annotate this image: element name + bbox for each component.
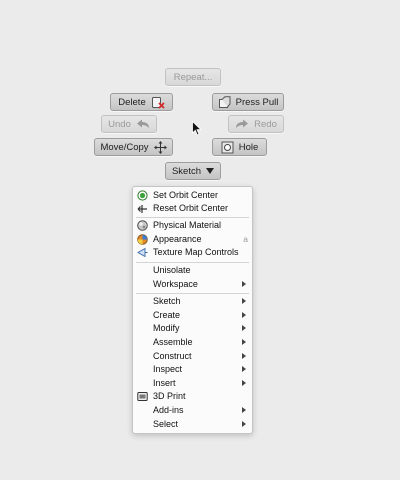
hole-label: Hole	[238, 141, 259, 153]
submenu-arrow-icon	[242, 339, 246, 345]
submenu-arrow-icon	[242, 366, 246, 372]
move-copy-button[interactable]: Move/Copy	[94, 138, 173, 156]
undo-arrow-icon	[136, 119, 150, 129]
submenu-arrow-icon	[242, 421, 246, 427]
menu-item-physical-material[interactable]: Physical Material	[133, 219, 252, 232]
menu-item-create[interactable]: Create	[133, 309, 252, 322]
menu-item-insert[interactable]: Insert	[133, 377, 252, 390]
move-arrows-icon	[153, 140, 167, 154]
menu-item-add-ins[interactable]: Add-ins	[133, 404, 252, 417]
redo-label: Redo	[254, 118, 277, 130]
menu-item-3d-print[interactable]: 3D Print	[133, 390, 252, 403]
menu-item-inspect[interactable]: Inspect	[133, 363, 252, 376]
menu-separator	[136, 293, 249, 294]
menu-item-select[interactable]: Select	[133, 418, 252, 431]
delete-icon	[151, 96, 165, 109]
submenu-arrow-icon	[242, 312, 246, 318]
undo-button[interactable]: Undo	[101, 115, 157, 133]
hole-button[interactable]: Hole	[212, 138, 267, 156]
3d-print-icon	[137, 392, 148, 401]
menu-item-unisolate[interactable]: Unisolate	[133, 264, 252, 277]
delete-button[interactable]: Delete	[110, 93, 173, 111]
texture-map-icon	[137, 247, 148, 258]
sketch-dropdown-button[interactable]: Sketch	[165, 162, 221, 180]
repeat-label: Repeat...	[173, 71, 213, 83]
physical-material-icon	[137, 220, 148, 231]
delete-label: Delete	[118, 96, 146, 108]
menu-item-workspace[interactable]: Workspace	[133, 278, 252, 291]
reset-orbit-icon	[137, 205, 147, 213]
menu-item-set-orbit-center[interactable]: Set Orbit Center	[133, 189, 252, 202]
undo-label: Undo	[108, 118, 131, 130]
menu-separator	[136, 262, 249, 263]
submenu-arrow-icon	[242, 353, 246, 359]
menu-item-assemble[interactable]: Assemble	[133, 336, 252, 349]
mouse-cursor-icon	[192, 121, 202, 136]
menu-item-construct[interactable]: Construct	[133, 350, 252, 363]
dropdown-triangle-icon	[206, 168, 215, 174]
submenu-arrow-icon	[242, 325, 246, 331]
press-pull-icon	[218, 95, 231, 109]
menu-item-appearance[interactable]: Appearance a	[133, 233, 252, 246]
redo-button[interactable]: Redo	[228, 115, 284, 133]
menu-item-texture-map-controls[interactable]: Texture Map Controls	[133, 246, 252, 259]
menu-item-modify[interactable]: Modify	[133, 322, 252, 335]
redo-arrow-icon	[235, 119, 249, 129]
menu-item-sketch[interactable]: Sketch	[133, 295, 252, 308]
menu-separator	[136, 217, 249, 218]
submenu-arrow-icon	[242, 298, 246, 304]
move-copy-label: Move/Copy	[100, 141, 149, 153]
hole-icon	[221, 141, 234, 154]
submenu-arrow-icon	[242, 407, 246, 413]
submenu-arrow-icon	[242, 380, 246, 386]
overflow-menu: Set Orbit Center Reset Orbit Center Phys…	[132, 186, 253, 434]
press-pull-button[interactable]: Press Pull	[212, 93, 284, 111]
press-pull-label: Press Pull	[235, 96, 279, 108]
submenu-arrow-icon	[242, 281, 246, 287]
menu-item-reset-orbit-center[interactable]: Reset Orbit Center	[133, 202, 252, 215]
orbit-center-icon	[137, 190, 148, 201]
appearance-icon	[137, 234, 148, 245]
repeat-button[interactable]: Repeat...	[165, 68, 221, 86]
sketch-dropdown-label: Sketch	[171, 165, 202, 177]
appearance-shortcut: a	[243, 234, 248, 244]
